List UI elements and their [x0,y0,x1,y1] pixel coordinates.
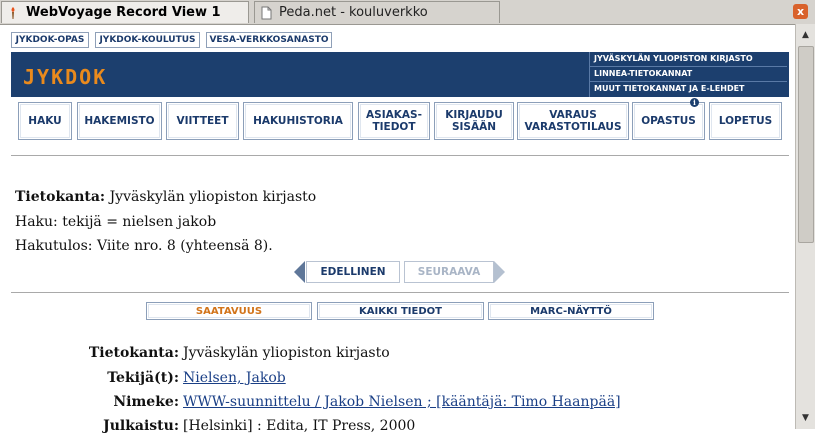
tab-title: WebVoyage Record View 1 [26,5,221,20]
vertical-scrollbar[interactable]: ▲ ▼ [795,24,815,429]
link-linnea-databases[interactable]: LINNEA-TIETOKANNAT [589,67,787,82]
nav-opastus[interactable]: OPASTUS [632,102,705,140]
view-tab-kaikki-tiedot[interactable]: KAIKKI TIEDOT [317,302,484,320]
close-tab-icon[interactable]: x [793,4,808,19]
link-jykdok-koulutus[interactable]: JYKDOK-KOULUTUS [95,32,200,48]
record-label-julkaistu: Julkaistu: [103,418,179,434]
database-label: Tietokanta: [15,189,106,205]
next-arrow-icon[interactable] [494,261,505,283]
header-banner: JYKDOK JYVÄSKYLÄN YLIOPISTON KIRJASTO LI… [11,52,789,97]
prev-button[interactable]: EDELLINEN [306,261,400,283]
record-label-tekija: Tekijä(t): [107,370,179,386]
browser-tab-webvoyage[interactable]: WebVoyage Record View 1 [1,1,249,23]
link-jyu-library[interactable]: JYVÄSKYLÄN YLIOPISTON KIRJASTO [589,52,787,67]
search-query: Haku: tekijä = nielsen jakob [15,214,217,230]
link-other-databases[interactable]: MUUT TIETOKANNAT JA E-LEHDET [589,82,787,97]
nav-hakuhistoria[interactable]: HAKUHISTORIA [243,102,353,140]
nav-lopetus[interactable]: LOPETUS [709,102,782,140]
divider [11,155,789,156]
tab-title: Peda.net - kouluverkko [279,5,428,20]
scroll-up-icon[interactable]: ▲ [796,26,815,44]
scroll-down-icon[interactable]: ▼ [796,409,815,427]
nav-kirjaudu-sisaan[interactable]: KIRJAUDU SISÄÄN [434,102,514,140]
nav-varaus-varastotilaus[interactable]: VARAUS VARASTOTILAUS [517,102,629,140]
scroll-thumb[interactable] [798,46,814,243]
prev-arrow-icon[interactable] [294,261,305,283]
page-icon [261,6,272,19]
search-database-line: Tietokanta: Jyväskylän yliopiston kirjas… [15,189,316,205]
browser-tab-peda[interactable]: Peda.net - kouluverkko [254,1,500,23]
record-value-julkaistu: [Helsinki] : Edita, IT Press, 2000 [183,418,416,434]
next-button[interactable]: SEURAAVA [404,261,494,283]
nav-viitteet[interactable]: VIITTEET [166,102,239,140]
record-label-tietokanta: Tietokanta: [88,345,179,361]
torch-icon [11,6,15,19]
link-jykdok-opas[interactable]: JYKDOK-OPAS [11,32,89,48]
jykdok-logo: JYKDOK [23,65,108,89]
database-value: Jyväskylän yliopiston kirjasto [109,189,317,205]
link-vesa-verkkosanasto[interactable]: VESA-VERKKOSANASTO [206,32,332,48]
divider [11,292,789,293]
view-tab-saatavuus[interactable]: SAATAVUUS [146,302,312,320]
nav-asiakastiedot[interactable]: ASIAKAS- TIEDOT [358,102,430,140]
nav-haku[interactable]: HAKU [18,102,72,140]
info-icon: i [690,98,699,107]
record-value-tietokanta: Jyväskylän yliopiston kirjasto [183,345,390,361]
search-result-count: Hakutulos: Viite nro. 8 (yhteensä 8). [15,238,273,254]
nav-hakemisto[interactable]: HAKEMISTO [77,102,162,140]
record-link-author[interactable]: Nielsen, Jakob [183,370,286,386]
view-tab-marc[interactable]: MARC-NÄYTTÖ [488,302,654,320]
record-label-nimeke: Nimeke: [113,394,179,410]
record-link-title[interactable]: WWW-suunnittelu / Jakob Nielsen ; [käänt… [183,394,621,410]
